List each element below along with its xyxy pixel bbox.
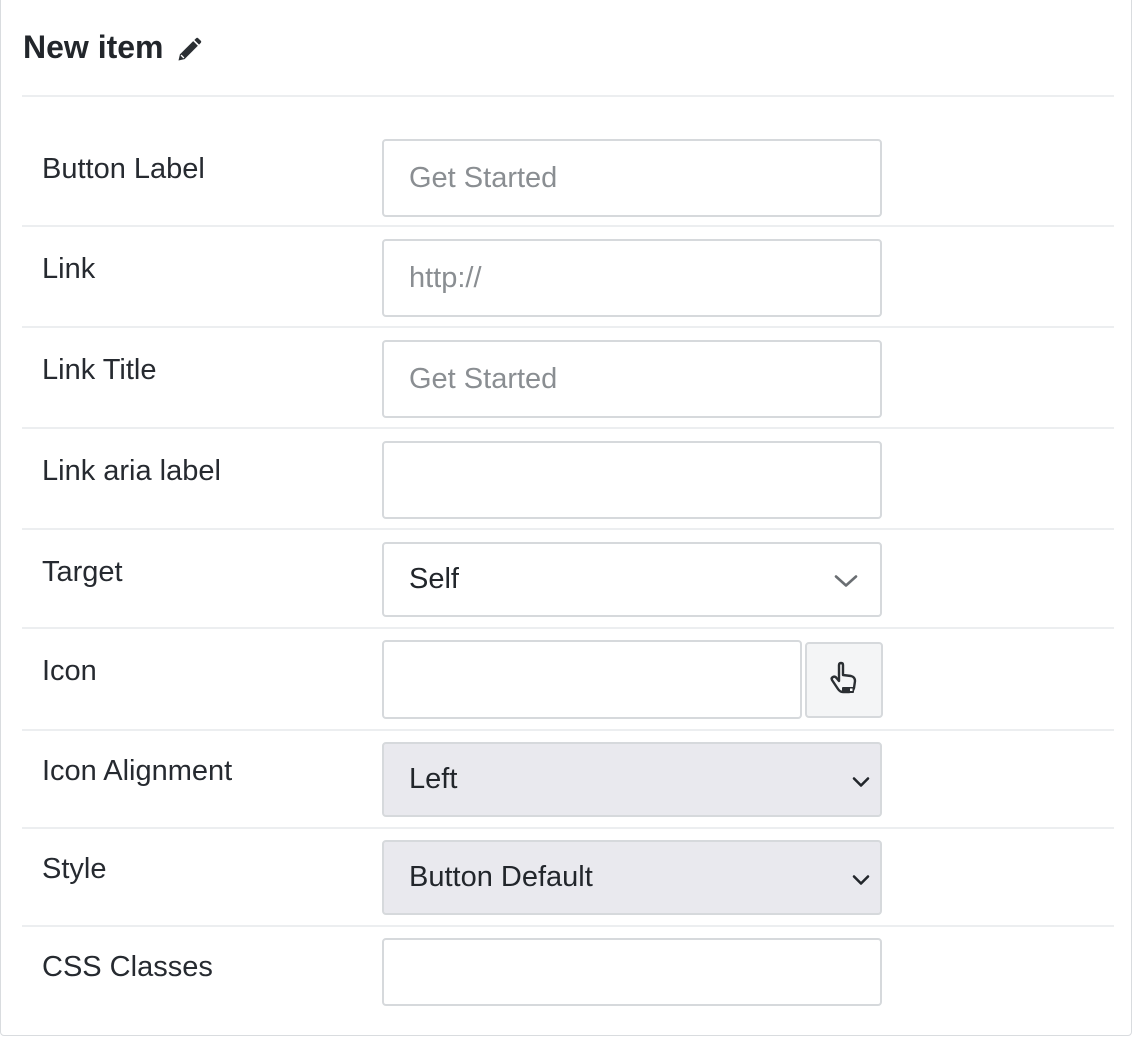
- link-input[interactable]: http://: [382, 239, 882, 317]
- page-title-text: New item: [23, 29, 164, 65]
- item-editor-panel: New item Button Label Get Started Link h…: [0, 0, 1132, 1036]
- icon-input[interactable]: [382, 640, 802, 719]
- link-label: Link: [42, 253, 96, 285]
- icon-label: Icon: [42, 655, 97, 687]
- target-label: Target: [42, 556, 123, 588]
- button-label-label: Button Label: [42, 153, 205, 185]
- link-title-input[interactable]: Get Started: [382, 340, 882, 418]
- icon-alignment-select[interactable]: Left: [382, 742, 882, 817]
- style-selected: Button Default: [409, 861, 593, 893]
- row-icon: Icon: [22, 629, 1114, 731]
- button-label-placeholder: Get Started: [409, 161, 558, 194]
- row-target: Target Self: [22, 530, 1114, 629]
- page-title: New item: [23, 27, 203, 67]
- chevron-down-icon: [834, 563, 858, 596]
- pointer-hand-icon: [827, 661, 861, 700]
- link-title-placeholder: Get Started: [409, 362, 558, 395]
- css-classes-input[interactable]: [382, 938, 882, 1006]
- row-link-aria-label: Link aria label: [22, 429, 1114, 530]
- icon-alignment-label: Icon Alignment: [42, 755, 233, 787]
- row-button-label: Button Label Get Started: [22, 97, 1114, 227]
- chevron-down-icon: [852, 763, 870, 796]
- link-aria-label-input[interactable]: [382, 441, 882, 519]
- link-placeholder: http://: [409, 261, 482, 294]
- chevron-down-icon: [852, 861, 870, 894]
- target-dropdown[interactable]: Self: [382, 542, 882, 617]
- target-selected: Self: [409, 563, 459, 595]
- row-icon-alignment: Icon Alignment Left: [22, 731, 1114, 829]
- row-style: Style Button Default: [22, 829, 1114, 927]
- link-aria-label-label: Link aria label: [42, 455, 221, 487]
- link-title-label: Link Title: [42, 354, 157, 386]
- icon-alignment-selected: Left: [409, 763, 458, 795]
- row-css-classes: CSS Classes: [22, 927, 1114, 1037]
- row-link-title: Link Title Get Started: [22, 328, 1114, 429]
- style-select[interactable]: Button Default: [382, 840, 882, 915]
- css-classes-label: CSS Classes: [42, 951, 213, 983]
- row-link: Link http://: [22, 227, 1114, 328]
- style-label: Style: [42, 853, 107, 885]
- panel-header: New item: [22, 0, 1114, 97]
- pencil-icon[interactable]: [175, 33, 203, 61]
- icon-picker-button[interactable]: [805, 642, 883, 718]
- button-label-input[interactable]: Get Started: [382, 139, 882, 217]
